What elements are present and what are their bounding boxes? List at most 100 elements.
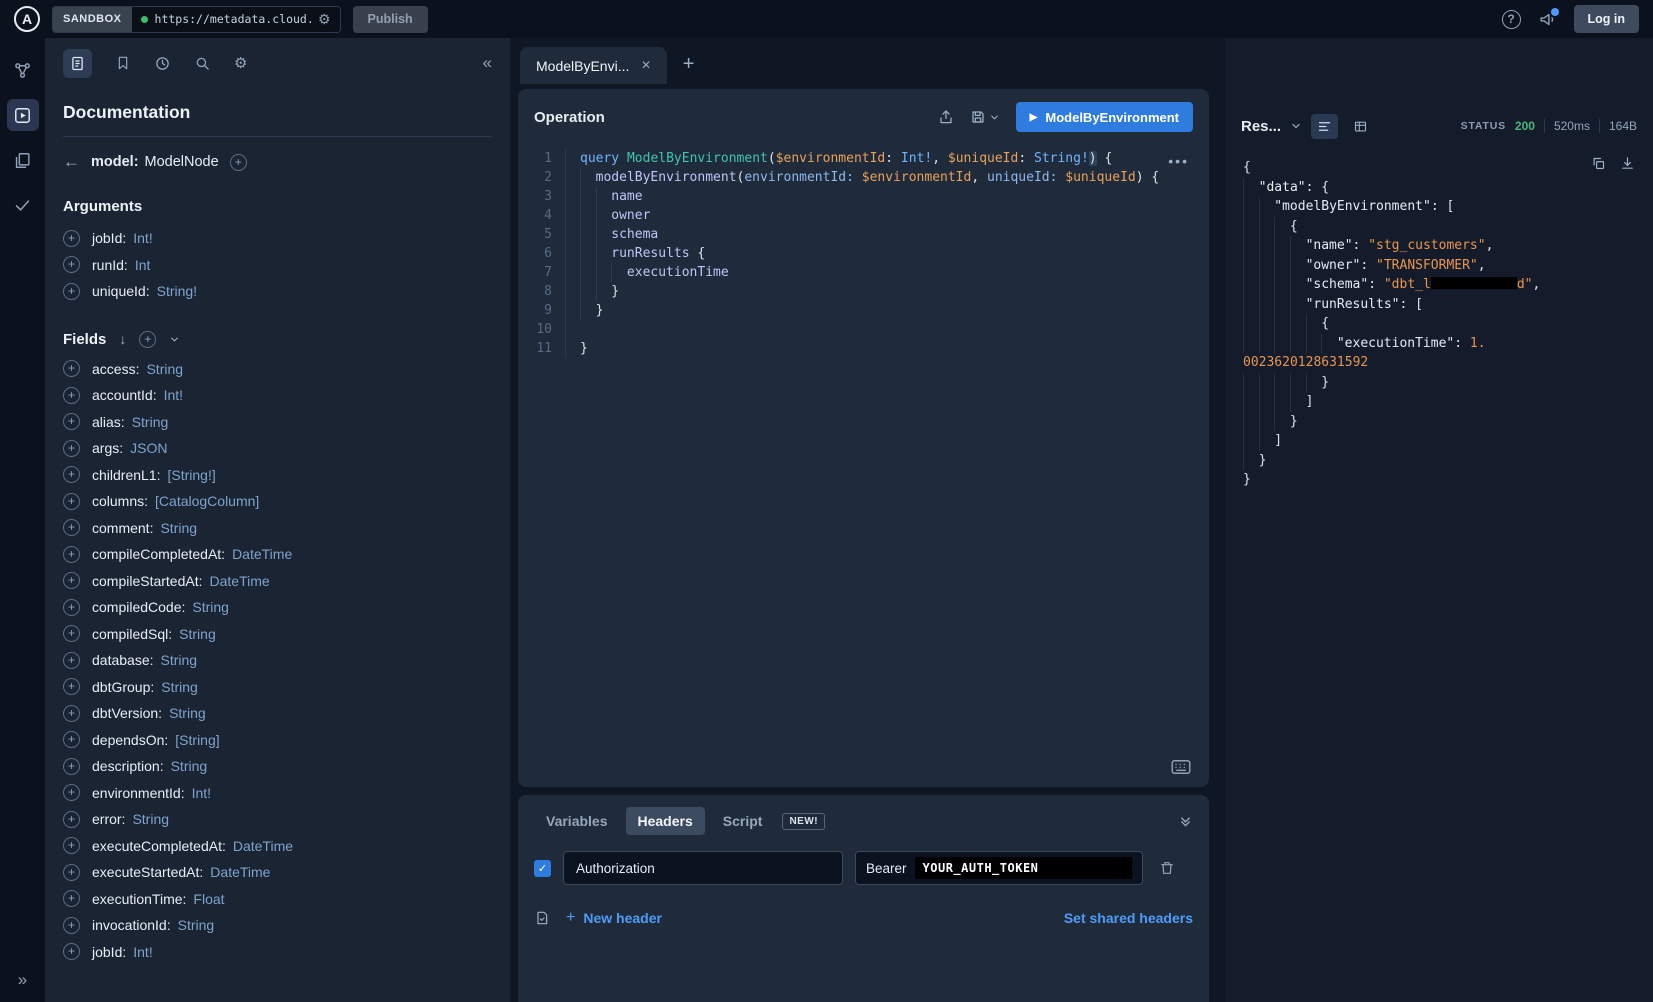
operation-collection-icon[interactable]	[7, 144, 39, 176]
schema-field-item[interactable]: +jobId:Int!	[63, 939, 492, 966]
field-type-link[interactable]: DateTime	[233, 838, 293, 854]
add-to-operation-icon[interactable]: +	[63, 493, 80, 510]
panel-tab-script[interactable]: Script	[711, 807, 775, 835]
login-button[interactable]: Log in	[1574, 5, 1640, 33]
field-type-link[interactable]: String	[192, 599, 229, 615]
field-type-link[interactable]: DateTime	[210, 573, 270, 589]
add-to-operation-icon[interactable]: +	[63, 519, 80, 536]
editor-menu-icon[interactable]: •••	[1168, 153, 1189, 169]
endpoint-settings-icon[interactable]: ⚙	[318, 12, 331, 26]
add-to-operation-icon[interactable]: +	[63, 572, 80, 589]
history-icon[interactable]	[154, 55, 171, 72]
add-to-operation-icon[interactable]: +	[63, 440, 80, 457]
expand-rail-icon[interactable]: »	[0, 970, 45, 990]
schema-field-item[interactable]: +alias:String	[63, 409, 492, 436]
save-icon[interactable]	[970, 109, 986, 125]
add-to-operation-icon[interactable]: +	[63, 678, 80, 695]
docs-settings-icon[interactable]: ⚙	[234, 54, 247, 72]
add-to-operation-icon[interactable]: +	[63, 811, 80, 828]
field-type-link[interactable]: String	[169, 705, 206, 721]
field-type-link[interactable]: String	[160, 520, 197, 536]
new-header-button[interactable]: + New header	[566, 909, 662, 927]
add-to-operation-icon[interactable]: +	[63, 466, 80, 483]
mask-secrets-icon[interactable]	[534, 910, 550, 926]
schema-field-item[interactable]: +invocationId:String	[63, 912, 492, 939]
add-to-operation-icon[interactable]: +	[63, 230, 80, 247]
help-icon[interactable]: ?	[1502, 10, 1521, 29]
download-response-icon[interactable]	[1620, 156, 1635, 171]
field-type-link[interactable]: [String!]	[168, 467, 216, 483]
field-type-link[interactable]: JSON	[130, 440, 167, 456]
schema-field-item[interactable]: +executionTime:Float	[63, 886, 492, 913]
schema-field-item[interactable]: +compileCompletedAt:DateTime	[63, 541, 492, 568]
schema-field-item[interactable]: +description:String	[63, 753, 492, 780]
schema-field-item[interactable]: +executeStartedAt:DateTime	[63, 859, 492, 886]
close-tab-icon[interactable]: ×	[641, 58, 650, 74]
field-type-link[interactable]: String	[178, 917, 215, 933]
add-to-operation-icon[interactable]: +	[63, 837, 80, 854]
endpoint-input[interactable]: https://metadata.cloud.get ⚙	[132, 7, 340, 32]
schema-field-item[interactable]: +executeCompletedAt:DateTime	[63, 833, 492, 860]
search-icon[interactable]	[194, 55, 211, 72]
documentation-tab-icon[interactable]	[63, 49, 92, 78]
bookmarks-icon[interactable]	[115, 55, 131, 71]
field-type-link[interactable]: Int	[135, 257, 151, 273]
schema-field-item[interactable]: +childrenL1:[String!]	[63, 462, 492, 489]
field-type-link[interactable]: String	[146, 361, 183, 377]
header-enabled-checkbox[interactable]: ✓	[534, 860, 551, 877]
table-view-icon[interactable]	[1347, 114, 1374, 139]
schema-field-item[interactable]: +args:JSON	[63, 435, 492, 462]
field-type-link[interactable]: [CatalogColumn]	[155, 493, 259, 509]
add-to-operation-icon[interactable]: +	[63, 413, 80, 430]
add-to-operation-icon[interactable]: +	[63, 546, 80, 563]
field-type-link[interactable]: DateTime	[232, 546, 292, 562]
operation-tab[interactable]: ModelByEnvi... ×	[520, 47, 667, 84]
field-type-link[interactable]: String	[161, 652, 198, 668]
schema-field-item[interactable]: +jobId:Int!	[63, 225, 492, 252]
add-to-operation-icon[interactable]: +	[63, 360, 80, 377]
schema-field-item[interactable]: +runId:Int	[63, 252, 492, 279]
share-icon[interactable]	[938, 109, 954, 125]
add-to-operation-icon[interactable]: +	[63, 758, 80, 775]
save-options-chevron-icon[interactable]	[989, 112, 1000, 123]
new-tab-icon[interactable]: +	[683, 53, 695, 84]
field-type-link[interactable]: Int!	[164, 387, 183, 403]
add-to-operation-icon[interactable]: +	[63, 917, 80, 934]
run-operation-button[interactable]: ▶ ModelByEnvironment	[1016, 102, 1193, 132]
keyboard-shortcuts-icon[interactable]	[1171, 759, 1191, 775]
schema-field-item[interactable]: +compiledCode:String	[63, 594, 492, 621]
field-type-link[interactable]: DateTime	[210, 864, 270, 880]
add-to-operation-icon[interactable]: +	[63, 625, 80, 642]
schema-field-item[interactable]: +columns:[CatalogColumn]	[63, 488, 492, 515]
add-to-operation-icon[interactable]: +	[63, 387, 80, 404]
set-shared-headers-link[interactable]: Set shared headers	[1064, 910, 1193, 926]
delete-header-icon[interactable]	[1159, 860, 1175, 876]
field-type-link[interactable]: String	[161, 679, 198, 695]
add-to-operation-icon[interactable]: +	[63, 784, 80, 801]
add-to-operation-icon[interactable]: +	[63, 256, 80, 273]
field-type-link[interactable]: Int!	[133, 230, 152, 246]
graph-icon[interactable]	[7, 54, 39, 86]
panel-tab-headers[interactable]: Headers	[626, 807, 705, 835]
formatted-view-icon[interactable]	[1311, 114, 1338, 139]
copy-response-icon[interactable]	[1591, 156, 1606, 171]
announcements-icon[interactable]	[1539, 11, 1556, 28]
sort-fields-icon[interactable]: ↓	[119, 331, 126, 347]
operation-editor[interactable]: 1query ModelByEnvironment($environmentId…	[518, 141, 1209, 787]
add-to-operation-icon[interactable]: +	[63, 864, 80, 881]
header-key-input[interactable]	[563, 851, 843, 885]
add-to-operation-icon[interactable]: +	[63, 599, 80, 616]
field-type-link[interactable]: String	[171, 758, 208, 774]
panel-tab-variables[interactable]: Variables	[534, 807, 620, 835]
field-type-link[interactable]: String!	[157, 283, 197, 299]
add-to-operation-icon[interactable]: +	[63, 652, 80, 669]
response-selector-chevron-icon[interactable]	[1290, 120, 1302, 132]
apollo-logo[interactable]: A	[14, 6, 40, 32]
field-type-link[interactable]: Float	[193, 891, 224, 907]
field-type-link[interactable]: Int!	[192, 785, 211, 801]
code-lines[interactable]: 1query ModelByEnvironment($environmentId…	[518, 149, 1209, 358]
schema-field-item[interactable]: +dbtVersion:String	[63, 700, 492, 727]
schema-field-item[interactable]: +compiledSql:String	[63, 621, 492, 648]
field-type-link[interactable]: Int!	[133, 944, 152, 960]
schema-field-item[interactable]: +database:String	[63, 647, 492, 674]
